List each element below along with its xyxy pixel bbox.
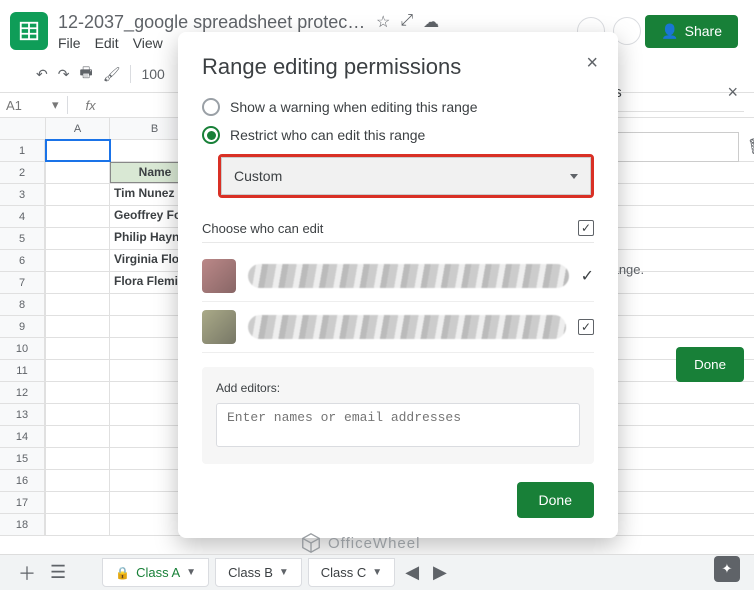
sheet-tab-class-b[interactable]: Class B ▼: [215, 558, 302, 587]
option-restrict[interactable]: Restrict who can edit this range: [202, 126, 594, 144]
done-button[interactable]: Done: [517, 482, 594, 518]
chevron-down-icon[interactable]: ▼: [279, 567, 289, 578]
add-sheet-icon[interactable]: ＋: [14, 556, 40, 590]
radio-icon: [202, 98, 220, 116]
lock-icon: 🔒: [115, 566, 130, 580]
explore-button[interactable]: ✦: [714, 556, 740, 582]
option-label: Show a warning when editing this range: [230, 99, 478, 115]
owner-check-icon: ✓: [581, 266, 594, 286]
restriction-dropdown[interactable]: Custom: [221, 157, 591, 195]
tab-label: Class A: [136, 565, 180, 580]
chevron-down-icon[interactable]: ▼: [372, 567, 382, 578]
user-name-redacted: [248, 315, 566, 339]
close-icon[interactable]: ×: [586, 52, 598, 75]
chevron-down-icon[interactable]: ▼: [186, 567, 196, 578]
add-editors-label: Add editors:: [216, 381, 580, 395]
sheet-tab-class-a[interactable]: 🔒 Class A ▼: [102, 558, 209, 587]
avatar: [202, 259, 236, 293]
dropdown-value: Custom: [234, 168, 282, 184]
user-row: ✓: [202, 251, 594, 302]
permissions-dialog: Range editing permissions × Show a warni…: [178, 32, 618, 538]
restriction-dropdown-highlight: Custom: [218, 154, 594, 198]
sheet-tab-bar: ＋ ☰ 🔒 Class A ▼ Class B ▼ Class C ▼ ◀ ▶: [0, 554, 754, 590]
user-row: [202, 302, 594, 353]
chevron-down-icon: [570, 174, 578, 179]
select-all-checkbox[interactable]: [578, 220, 594, 236]
add-editors-box: Add editors:: [202, 367, 594, 464]
tab-label: Class B: [228, 565, 273, 580]
choose-who-label: Choose who can edit: [202, 221, 323, 236]
tab-label: Class C: [321, 565, 367, 580]
add-editors-input[interactable]: [216, 403, 580, 447]
user-checkbox[interactable]: [578, 319, 594, 335]
radio-checked-icon: [202, 126, 220, 144]
avatar: [202, 310, 236, 344]
option-label: Restrict who can edit this range: [230, 127, 425, 143]
sheet-tab-class-c[interactable]: Class C ▼: [308, 558, 395, 587]
option-show-warning[interactable]: Show a warning when editing this range: [202, 98, 594, 116]
user-name-redacted: [248, 264, 569, 288]
scroll-left-icon[interactable]: ◀: [401, 558, 423, 587]
dialog-title: Range editing permissions: [202, 54, 594, 80]
scroll-right-icon[interactable]: ▶: [429, 558, 451, 587]
all-sheets-icon[interactable]: ☰: [46, 558, 70, 587]
